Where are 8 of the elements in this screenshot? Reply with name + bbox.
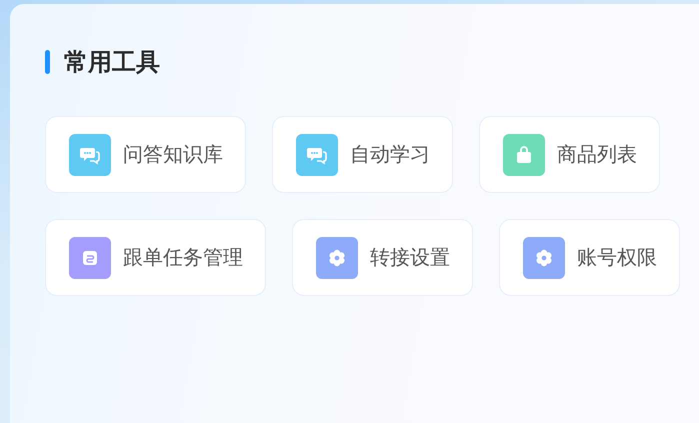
tool-card[interactable]: 商品列表 <box>479 116 660 193</box>
tool-card[interactable]: 跟单任务管理 <box>45 219 266 296</box>
section-title: 常用工具 <box>64 47 160 78</box>
tool-card[interactable]: 自动学习 <box>272 116 453 193</box>
tool-card[interactable]: 转接设置 <box>292 219 473 296</box>
tool-card[interactable]: 账号权限 <box>499 219 680 296</box>
tool-card[interactable]: 问答知识库 <box>45 116 246 193</box>
accent-bar <box>45 50 50 74</box>
